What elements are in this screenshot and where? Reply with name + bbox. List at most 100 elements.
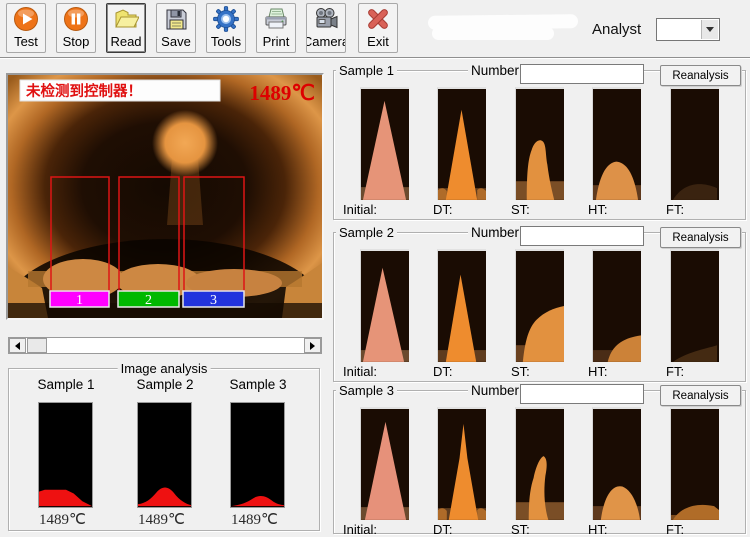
sample2-st-label: ST: bbox=[511, 364, 583, 379]
arrow-right-icon bbox=[310, 342, 315, 350]
ia-sample3-name: Sample 3 bbox=[213, 377, 303, 392]
tools-button[interactable]: Tools bbox=[206, 3, 246, 53]
analyst-select[interactable] bbox=[656, 18, 720, 41]
sample1-initial-label: Initial: bbox=[343, 202, 415, 217]
save-button[interactable]: Save bbox=[156, 3, 196, 53]
sample3-dt-thumbnail bbox=[437, 407, 486, 520]
ia-sample3-silhouette bbox=[230, 402, 285, 508]
sample3-ht-label: HT: bbox=[588, 522, 660, 537]
sample1-panel: Sample 1 Number Reanalysis Initial: DT: … bbox=[333, 70, 746, 220]
sample1-ht-thumbnail bbox=[592, 87, 641, 200]
gear-icon bbox=[213, 6, 239, 32]
sample1-number-input[interactable] bbox=[520, 64, 644, 84]
sample3-initial-thumbnail bbox=[360, 407, 409, 520]
sample3-number-input[interactable] bbox=[520, 384, 644, 404]
analyst-dropdown-button[interactable] bbox=[701, 20, 718, 39]
sample1-panel-title: Sample 1 bbox=[336, 63, 397, 78]
ia-sample2-name: Sample 2 bbox=[120, 377, 210, 392]
arrow-left-icon bbox=[15, 342, 20, 350]
sample2-ht-label: HT: bbox=[588, 364, 660, 379]
sample2-initial-label: Initial: bbox=[343, 364, 415, 379]
sample1-st-thumbnail bbox=[515, 87, 564, 200]
sample2-panel-title: Sample 2 bbox=[336, 225, 397, 240]
sample2-number-input[interactable] bbox=[520, 226, 644, 246]
camera-scrollbar[interactable] bbox=[8, 337, 322, 354]
sample3-initial-label: Initial: bbox=[343, 522, 415, 537]
ia-sample2-silhouette bbox=[137, 402, 192, 508]
sample1-ft-label: FT: bbox=[666, 202, 738, 217]
play-icon bbox=[13, 6, 39, 32]
toolbar-separator bbox=[0, 57, 750, 59]
folder-open-icon bbox=[113, 6, 139, 32]
floppy-icon bbox=[163, 6, 189, 32]
sample-marker-1: 1 bbox=[50, 291, 109, 308]
ia-sample1-name: Sample 1 bbox=[21, 377, 111, 392]
svg-text:3: 3 bbox=[210, 293, 217, 308]
scroll-right-button[interactable] bbox=[304, 338, 321, 353]
ia-sample2-temperature: 1489℃ bbox=[138, 510, 210, 529]
main-window: Test Stop Read Save Tools Print Camera E… bbox=[0, 0, 750, 536]
sample2-ft-label: FT: bbox=[666, 364, 738, 379]
tools-button-label: Tools bbox=[211, 34, 241, 49]
sample2-st-thumbnail bbox=[515, 249, 564, 362]
sample1-dt-label: DT: bbox=[433, 202, 505, 217]
image-analysis-title: Image analysis bbox=[118, 361, 211, 376]
sample1-ft-thumbnail bbox=[670, 87, 719, 200]
sample1-dt-thumbnail bbox=[437, 87, 486, 200]
sample2-ht-thumbnail bbox=[592, 249, 641, 362]
sample1-number-label: Number bbox=[468, 63, 522, 78]
ia-sample3-temperature: 1489℃ bbox=[231, 510, 303, 529]
save-button-label: Save bbox=[161, 34, 191, 49]
sample-marker-2: 2 bbox=[118, 291, 179, 308]
svg-text:1: 1 bbox=[76, 293, 83, 308]
exit-x-icon bbox=[365, 6, 391, 32]
image-analysis-group: Image analysis Sample 1 Sample 2 Sample … bbox=[8, 368, 320, 531]
sample3-ft-thumbnail bbox=[670, 407, 719, 520]
exit-button-label: Exit bbox=[367, 34, 389, 49]
sample2-dt-label: DT: bbox=[433, 364, 505, 379]
svg-text:2: 2 bbox=[145, 293, 152, 308]
print-button-label: Print bbox=[263, 34, 290, 49]
read-button-label: Read bbox=[110, 34, 141, 49]
svg-text:未检测到控制器！: 未检测到控制器！ bbox=[25, 82, 142, 100]
sample3-reanalysis-button[interactable]: Reanalysis bbox=[660, 385, 741, 406]
print-button[interactable]: Print bbox=[256, 3, 296, 53]
scrollbar-thumb[interactable] bbox=[27, 338, 47, 353]
sample2-dt-thumbnail bbox=[437, 249, 486, 362]
camera-button[interactable]: Camera bbox=[306, 3, 346, 53]
sample2-number-label: Number bbox=[468, 225, 522, 240]
printer-icon bbox=[263, 6, 289, 32]
sample1-initial-thumbnail bbox=[360, 87, 409, 200]
sample2-ft-thumbnail bbox=[670, 249, 719, 362]
exit-button[interactable]: Exit bbox=[358, 3, 398, 53]
sample1-st-label: ST: bbox=[511, 202, 583, 217]
sample3-dt-label: DT: bbox=[433, 522, 505, 537]
chevron-down-icon bbox=[706, 27, 714, 32]
stop-button-label: Stop bbox=[63, 34, 90, 49]
sample3-ft-label: FT: bbox=[666, 522, 738, 537]
sample2-reanalysis-button[interactable]: Reanalysis bbox=[660, 227, 741, 248]
sample3-number-label: Number bbox=[468, 383, 522, 398]
analyst-label: Analyst bbox=[592, 21, 641, 38]
furnace-temperature: 1489℃ bbox=[249, 81, 315, 105]
sample3-panel: Sample 3 Number Reanalysis Initial: DT: … bbox=[333, 390, 746, 534]
camera-button-label: Camera bbox=[306, 34, 346, 49]
sample3-ht-thumbnail bbox=[592, 407, 641, 520]
ia-sample1-temperature: 1489℃ bbox=[39, 510, 111, 529]
pause-icon bbox=[63, 6, 89, 32]
controller-warning-banner: 未检测到控制器！ bbox=[20, 80, 220, 101]
sample2-initial-thumbnail bbox=[360, 249, 409, 362]
sample2-panel: Sample 2 Number Reanalysis Initial: DT: … bbox=[333, 232, 746, 382]
read-button[interactable]: Read bbox=[106, 3, 146, 53]
sample3-st-thumbnail bbox=[515, 407, 564, 520]
furnace-camera-view[interactable]: 1 2 3 未检测到控制器！ 1489℃ bbox=[6, 73, 324, 320]
sample-marker-3: 3 bbox=[183, 291, 244, 308]
test-button-label: Test bbox=[14, 34, 38, 49]
sample1-reanalysis-button[interactable]: Reanalysis bbox=[660, 65, 741, 86]
sample3-st-label: ST: bbox=[511, 522, 583, 537]
stop-button[interactable]: Stop bbox=[56, 3, 96, 53]
scroll-left-button[interactable] bbox=[9, 338, 26, 353]
sample3-panel-title: Sample 3 bbox=[336, 383, 397, 398]
test-button[interactable]: Test bbox=[6, 3, 46, 53]
redacted-area bbox=[432, 27, 554, 40]
